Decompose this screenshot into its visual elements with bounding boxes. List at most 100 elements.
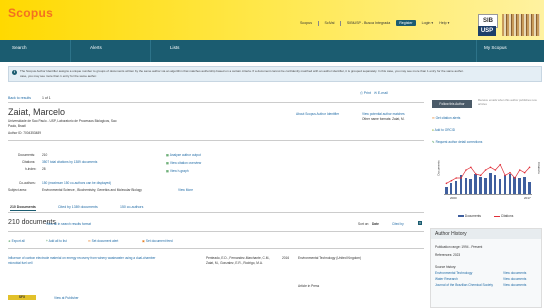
set-feed-label: Set document feed — [145, 239, 173, 243]
tab-documents[interactable]: 210 Documents — [10, 205, 36, 211]
info-banner: i The Scopus Author Identifier assigns a… — [8, 66, 542, 82]
analyze-output-link[interactable]: ▩ Analyze author output — [166, 153, 201, 157]
get-citation-alerts-link[interactable]: ✉ Get citation alerts — [432, 116, 460, 120]
source-3[interactable]: Journal of the Brazilian Chemical Societ… — [435, 283, 501, 287]
y-axis-left-label: Documents — [436, 160, 441, 176]
add-to-list-button[interactable]: + Add all to list — [46, 239, 67, 243]
divider — [8, 212, 424, 213]
citations-point — [528, 166, 531, 169]
divider — [476, 40, 477, 62]
back-to-results-link[interactable]: Back to results — [8, 96, 31, 100]
bell-icon: ✉ — [432, 116, 435, 120]
citations-point — [460, 177, 462, 179]
article-in-press-badge: Article in Press — [298, 284, 320, 288]
nav-alerts[interactable]: Alerts — [90, 45, 102, 50]
sort-date[interactable]: Date — [372, 222, 379, 226]
document-year: 2016 — [282, 256, 290, 260]
citations-point — [445, 182, 448, 185]
orcid-icon: ● — [432, 128, 434, 132]
citations-point — [494, 169, 497, 171]
citations-point — [474, 173, 477, 175]
link-scival[interactable]: SciVal — [325, 21, 335, 25]
email-link[interactable]: ✉ E-mail — [374, 91, 388, 95]
nav-lists[interactable]: Lists — [170, 45, 179, 50]
citation-overview-label: View citation overview — [169, 161, 202, 165]
coauthors-label: Co-authors: — [19, 181, 36, 185]
divider — [8, 140, 424, 141]
view-at-publisher-link[interactable]: View at Publisher — [54, 296, 79, 300]
legend-citations-label: Citations — [500, 214, 514, 218]
rss-icon: ▣ — [142, 239, 146, 243]
citations-point — [504, 174, 506, 177]
sort-cited-by[interactable]: Cited by — [392, 222, 404, 226]
citation-overview-link[interactable]: ▩ View citation overview — [166, 161, 201, 165]
view-matches-link[interactable]: View potential author matches — [362, 112, 405, 116]
source-1[interactable]: Environmental Technology — [435, 271, 472, 275]
document-title-link[interactable]: Influence of carbon electrode material o… — [8, 256, 168, 266]
chart-icon: ▩ — [166, 161, 170, 165]
documents-citations-chart: Documents Citations 2000 2017 — [436, 152, 542, 204]
citations-point — [499, 163, 502, 166]
main-nav — [0, 40, 544, 62]
citations-point — [470, 166, 472, 169]
sort-toggle-icon[interactable]: ▾ — [418, 221, 422, 225]
legend-documents: Documents — [458, 214, 481, 218]
set-feed-button[interactable]: ▣ Set document feed — [142, 239, 173, 243]
print-link[interactable]: ⎙ Print — [360, 91, 371, 95]
coauthors-value[interactable]: 150 (maximum 150 co-authors can be displ… — [42, 181, 111, 185]
h-index-label: h-index: — [25, 167, 37, 171]
tab-cited-by[interactable]: Cited by 1389 documents — [58, 205, 98, 209]
link-sibiusp[interactable]: SIBiUSP - Busca Integrada — [347, 21, 390, 25]
scopus-logo[interactable]: Scopus — [8, 6, 53, 20]
top-header — [0, 0, 544, 40]
nav-my-scopus[interactable]: My Scopus — [484, 45, 507, 50]
set-alert-label: Set document alert — [91, 239, 119, 243]
register-button[interactable]: Register — [396, 20, 416, 26]
source-2[interactable]: Water Research — [435, 277, 458, 281]
citations-point — [514, 177, 516, 179]
source-history-label: Source history: — [435, 265, 457, 269]
view-more-link[interactable]: View More — [178, 188, 193, 192]
citations-value[interactable]: 3507 total citations by 1389 documents — [42, 160, 97, 164]
export-all-label: Export all — [11, 239, 25, 243]
sfx-button[interactable]: SFX — [8, 295, 36, 300]
view-documents-link-3[interactable]: View documents — [503, 283, 526, 287]
follow-author-button[interactable]: Follow this Author — [432, 100, 472, 108]
export-all-button[interactable]: ➜ Export all — [8, 239, 25, 243]
chart-icon: ▩ — [166, 169, 170, 173]
chart-icon: ▩ — [166, 153, 170, 157]
set-alert-button[interactable]: ✉ Set document alert — [88, 239, 118, 243]
author-history-title: Author History — [431, 229, 541, 239]
link-scopus[interactable]: Scopus — [300, 21, 312, 25]
email-label: E-mail — [377, 91, 388, 95]
subject-area-label: Subject area: — [8, 188, 27, 192]
view-documents-link-1[interactable]: View documents — [503, 271, 526, 275]
request-corrections-label: Request author detail corrections — [435, 140, 483, 144]
h-graph-link[interactable]: ▩ View h-graph — [166, 169, 189, 173]
legend-swatch — [458, 215, 464, 217]
about-author-identifier-link[interactable]: About Scopus Author Identifier — [296, 112, 339, 116]
view-documents-link-2[interactable]: View documents — [503, 277, 526, 281]
y-axis-right-label: Citations — [537, 162, 542, 174]
add-to-list-label: Add all to list — [48, 239, 67, 243]
document-authors[interactable]: Penteado, E.D., Fernandez-Marchante, C.M… — [206, 256, 272, 266]
author-history-panel: Author History Publication range: 1994 -… — [430, 228, 542, 308]
view-all-search-results-link[interactable]: View all in search results format — [46, 222, 91, 226]
tab-coauthors[interactable]: 150 co-authors — [120, 205, 143, 209]
citations-point — [489, 166, 492, 169]
add-to-orcid-link[interactable]: ● Add to ORCID — [432, 128, 455, 132]
request-corrections-link[interactable]: ✎ Request author detail corrections — [432, 140, 482, 144]
affiliation-line1[interactable]: Universidade de Sao Paulo - USP, Laborat… — [8, 119, 117, 123]
nav-search[interactable]: Search — [12, 45, 27, 50]
login-menu[interactable]: Login ▾ — [422, 21, 434, 25]
citations-line — [445, 163, 531, 185]
top-links: Scopus SciVal SIBiUSP - Busca Integrada … — [300, 20, 449, 26]
divider — [318, 20, 319, 26]
divider — [150, 40, 151, 62]
subject-area-value: Environmental Science , Biochemistry, Ge… — [42, 188, 142, 192]
help-menu[interactable]: Help ▾ — [439, 21, 449, 25]
citations-label: Citations: — [22, 160, 36, 164]
citations-point — [465, 169, 467, 171]
publication-range: Publication range: 1994 - Present — [435, 245, 483, 249]
document-source[interactable]: Environmental Technology (United Kingdom… — [298, 256, 378, 261]
